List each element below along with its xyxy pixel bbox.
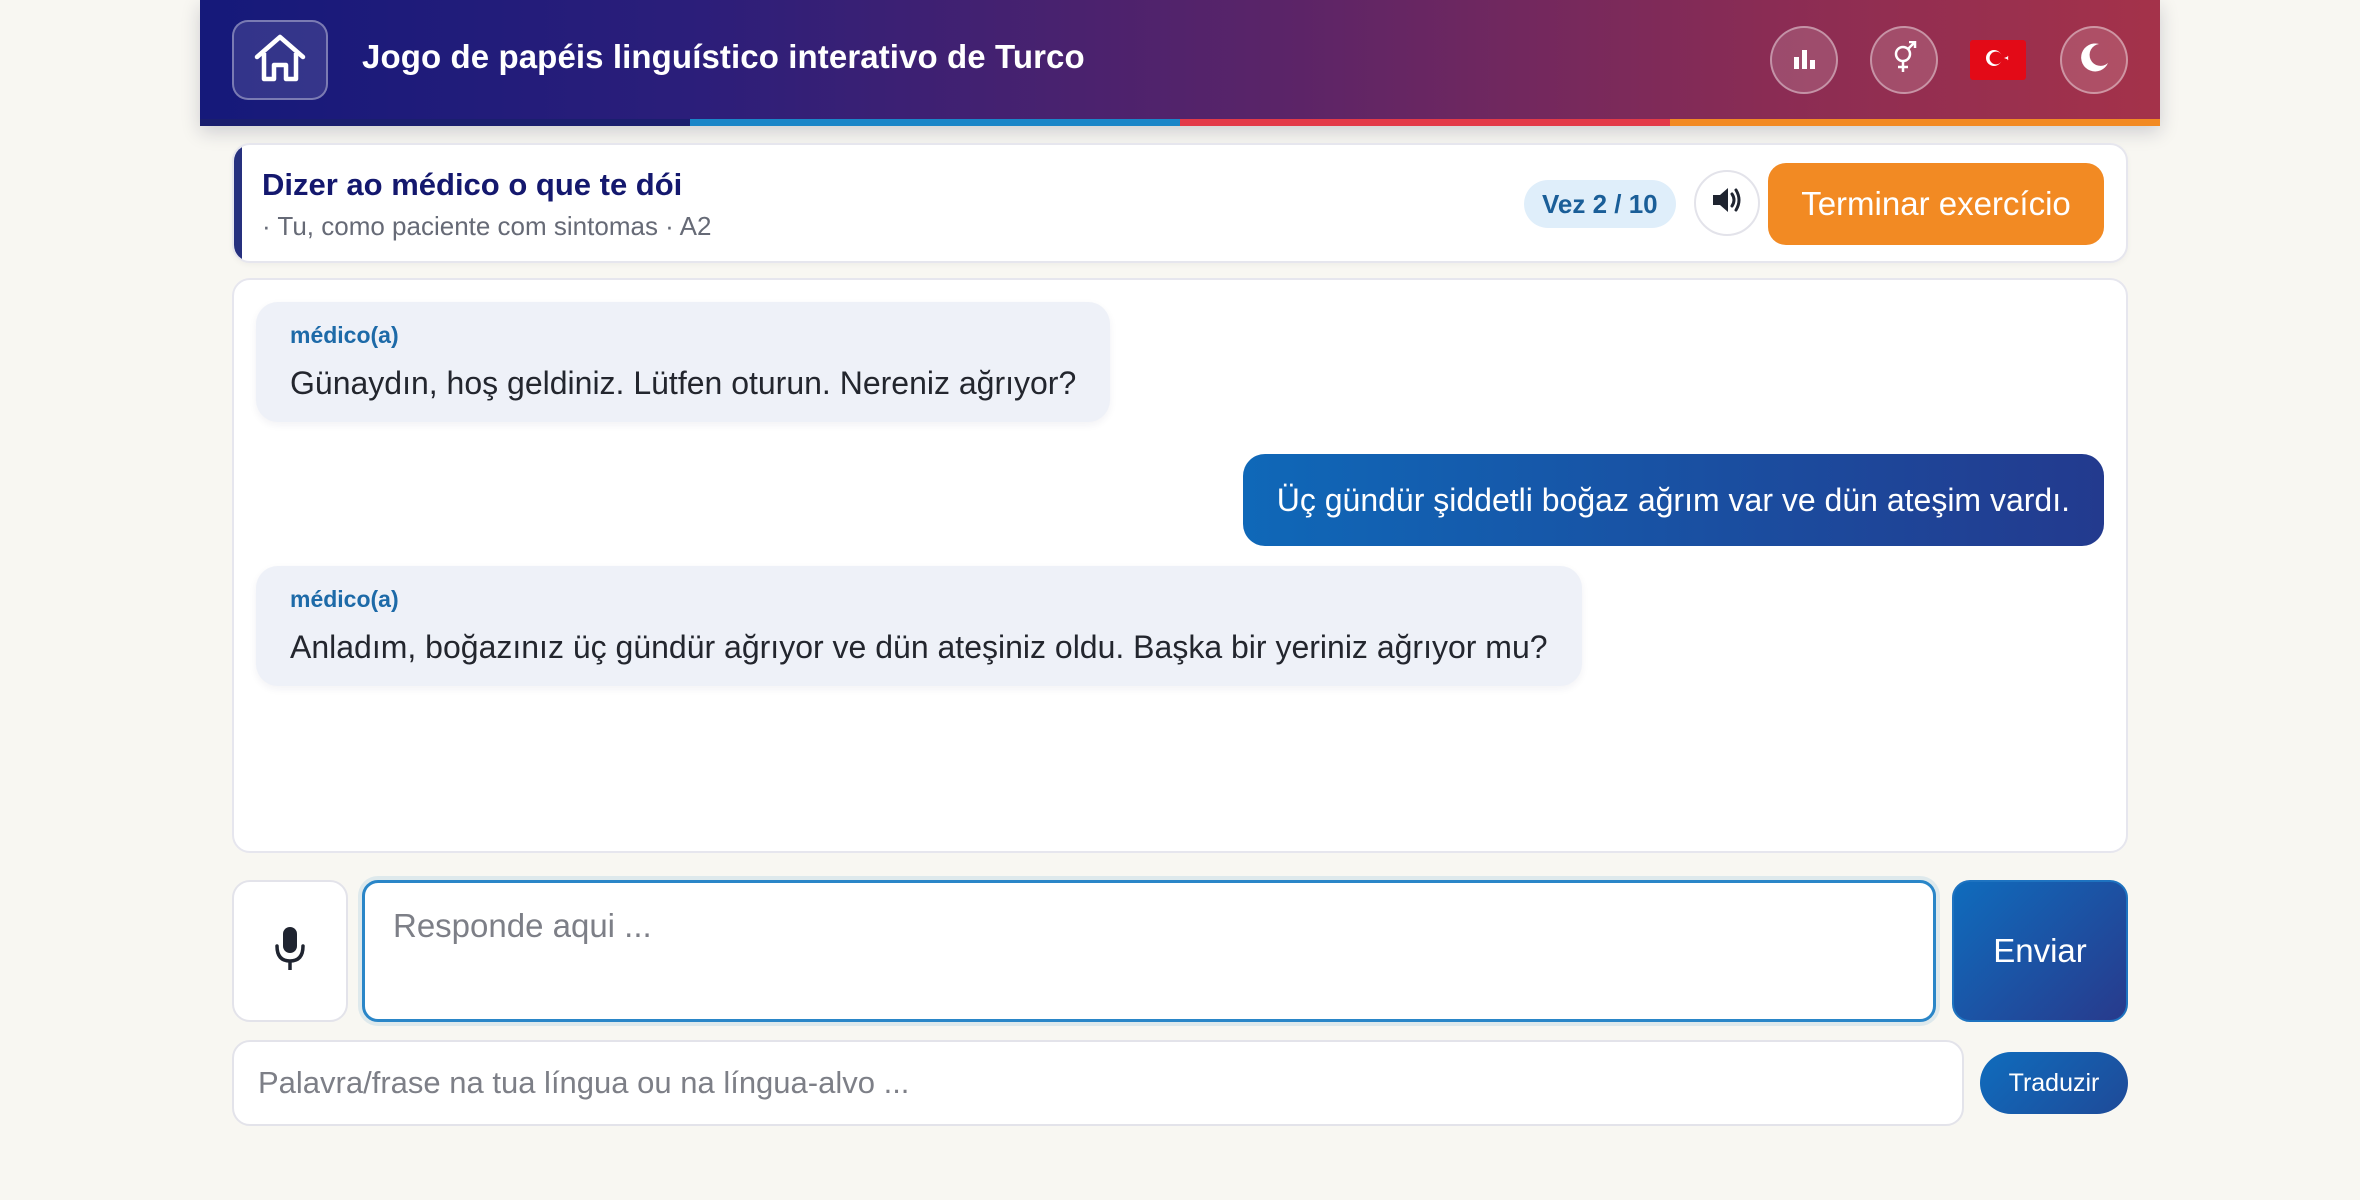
message-text: Günaydın, hoş geldiniz. Lütfen oturun. N…: [290, 365, 1077, 401]
stats-button[interactable]: [1770, 26, 1838, 94]
microphone-button[interactable]: [232, 880, 348, 1022]
scenario-subtitle: · Tu, como paciente com sintomas · A2: [262, 211, 712, 241]
user-message-bubble: Üç gündür şiddetli boğaz ağrım var ve dü…: [1242, 454, 2104, 546]
scenario-accent: [234, 145, 242, 261]
chat-panel: médico(a) Günaydın, hoş geldiniz. Lütfen…: [232, 278, 2128, 853]
gender-button[interactable]: [1870, 26, 1938, 94]
translate-button[interactable]: Traduzir: [1980, 1052, 2128, 1114]
home-icon: [252, 33, 308, 88]
speaker-icon: [1710, 185, 1744, 222]
turkey-flag-icon: [1978, 44, 2018, 77]
app-root: Jogo de papéis linguístico interativo de…: [200, 0, 2160, 1200]
app-title: Jogo de papéis linguístico interativo de…: [362, 38, 1085, 75]
send-button[interactable]: Enviar: [1952, 880, 2128, 1022]
header-color-stripe: [200, 119, 2160, 126]
turn-counter-badge: Vez 2 / 10: [1524, 180, 1676, 228]
language-flag-button[interactable]: [1970, 40, 2026, 80]
microphone-icon: [272, 924, 308, 979]
scenario-title: Dizer ao médico o que te dói: [262, 167, 683, 202]
app-header: Jogo de papéis linguístico interativo de…: [200, 0, 2160, 126]
message-speaker: médico(a): [290, 586, 399, 612]
scenario-bar: Dizer ao médico o que te dói · Tu, como …: [232, 143, 2128, 263]
ai-message-bubble: médico(a) Anladım, boğazınız üç gündür a…: [256, 566, 1582, 686]
translate-input[interactable]: [232, 1040, 1964, 1126]
theme-toggle-button[interactable]: [2060, 26, 2128, 94]
gender-icon: [1889, 40, 1919, 80]
moon-icon: [2077, 41, 2111, 80]
finish-exercise-button[interactable]: Terminar exercício: [1768, 163, 2104, 245]
bar-chart-icon: [1791, 45, 1817, 76]
message-speaker: médico(a): [290, 322, 399, 348]
speaker-button[interactable]: [1694, 170, 1760, 236]
message-text: Anladım, boğazınız üç gündür ağrıyor ve …: [290, 629, 1548, 665]
home-button[interactable]: [232, 20, 328, 100]
reply-input[interactable]: [362, 880, 1936, 1022]
ai-message-bubble: médico(a) Günaydın, hoş geldiniz. Lütfen…: [256, 302, 1111, 422]
